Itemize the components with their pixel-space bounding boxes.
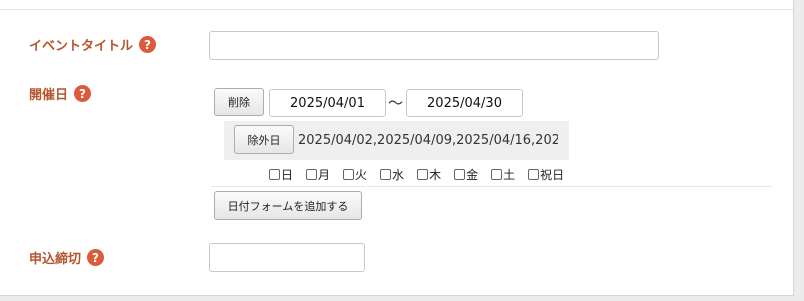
deadline-label-text: 申込締切 <box>29 252 82 267</box>
start-date-input[interactable] <box>269 89 386 117</box>
delete-date-button[interactable]: 削除 <box>214 88 264 116</box>
help-icon[interactable]: ? <box>87 249 105 266</box>
checkbox[interactable] <box>454 169 466 180</box>
weekday-monday[interactable]: 月 <box>306 166 330 183</box>
checkbox[interactable] <box>343 169 355 180</box>
event-date-label-text: 開催日 <box>29 88 69 103</box>
exclude-dates-button[interactable]: 除外日 <box>234 125 294 154</box>
event-title-label: イベントタイトル ? <box>29 35 157 54</box>
event-form-panel: イベントタイトル ? 開催日 ? 削除 〜 除外日 2025/04/02,202… <box>0 0 794 296</box>
weekday-checkboxes: 日 月 火 水 木 金 土 祝日 <box>269 166 577 183</box>
help-icon[interactable]: ? <box>74 85 92 102</box>
weekday-saturday[interactable]: 土 <box>491 166 515 183</box>
event-title-input[interactable] <box>209 31 659 60</box>
checkbox[interactable] <box>491 169 503 180</box>
weekday-sunday[interactable]: 日 <box>269 166 293 183</box>
weekday-holiday[interactable]: 祝日 <box>528 166 564 183</box>
add-date-form-button[interactable]: 日付フォームを追加する <box>214 191 362 220</box>
deadline-label: 申込締切 ? <box>29 248 105 267</box>
excluded-dates-text: 2025/04/02,2025/04/09,2025/04/16,202... <box>298 133 558 148</box>
help-icon[interactable]: ? <box>139 36 157 53</box>
checkbox[interactable] <box>528 169 540 180</box>
event-title-label-text: イベントタイトル <box>29 39 134 54</box>
date-range-separator: 〜 <box>388 94 404 112</box>
divider <box>211 186 772 187</box>
checkbox[interactable] <box>380 169 392 180</box>
weekday-wednesday[interactable]: 水 <box>380 166 404 183</box>
weekday-thursday[interactable]: 木 <box>417 166 441 183</box>
end-date-input[interactable] <box>406 89 523 117</box>
weekday-friday[interactable]: 金 <box>454 166 478 183</box>
checkbox[interactable] <box>417 169 429 180</box>
top-divider <box>0 9 793 10</box>
checkbox[interactable] <box>269 169 280 180</box>
weekday-tuesday[interactable]: 火 <box>343 166 367 183</box>
checkbox[interactable] <box>306 169 318 180</box>
event-date-label: 開催日 ? <box>29 84 92 103</box>
deadline-input[interactable] <box>209 243 365 272</box>
